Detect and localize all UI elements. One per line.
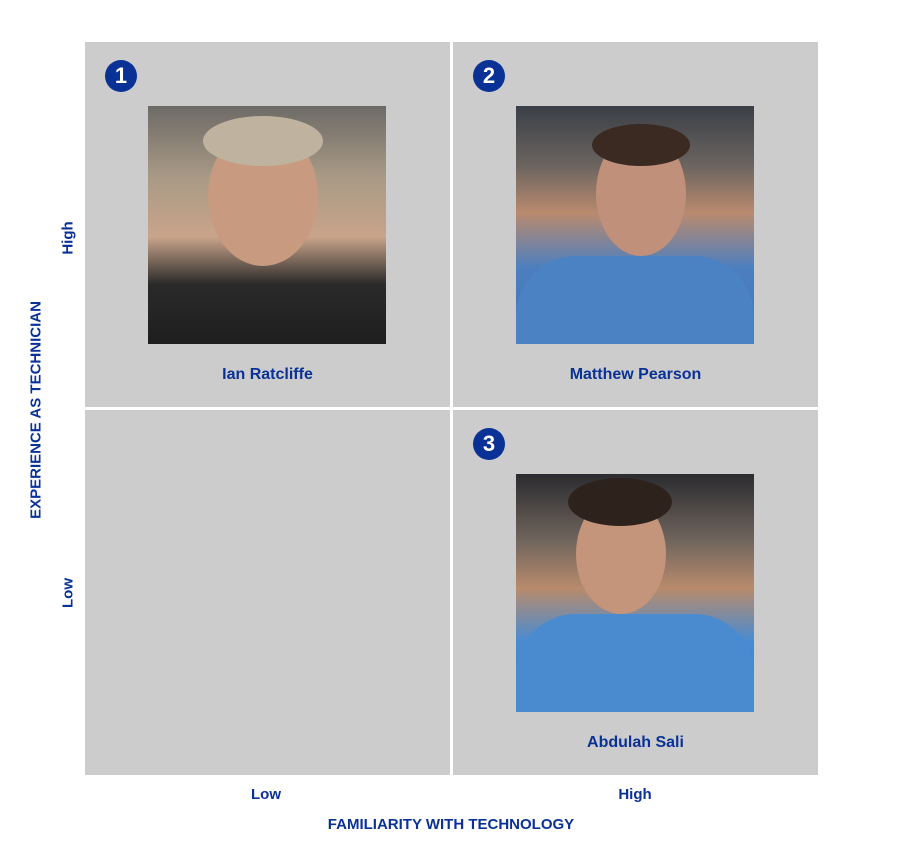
quadrant-low-experience-low-tech (85, 410, 450, 775)
number-badge: 2 (473, 60, 505, 92)
quadrant-high-experience-low-tech: 1 Ian Ratcliffe (85, 42, 450, 407)
quadrant-high-experience-high-tech: 2 Matthew Pearson (453, 42, 818, 407)
persona-name: Abdulah Sali (587, 734, 684, 751)
x-tick-low: Low (251, 786, 281, 803)
y-tick-high: High (59, 221, 77, 255)
persona-name: Ian Ratcliffe (222, 366, 313, 383)
number-badge: 1 (105, 60, 137, 92)
y-axis-title: EXPERIENCE AS TECHNICIAN (27, 301, 45, 519)
x-tick-high: High (618, 786, 652, 803)
quadrant-low-experience-high-tech: 3 Abdulah Sali (453, 410, 818, 775)
number-badge: 3 (473, 428, 505, 460)
persona-photo (148, 106, 386, 344)
x-axis-title: FAMILIARITY WITH TECHNOLOGY (327, 816, 575, 833)
persona-name: Matthew Pearson (569, 366, 702, 383)
persona-matrix: 1 Ian Ratcliffe 2 Matthew Pearson 3 Abdu… (85, 42, 818, 775)
y-tick-low: Low (59, 578, 77, 608)
persona-photo (516, 474, 754, 712)
persona-photo (516, 106, 754, 344)
